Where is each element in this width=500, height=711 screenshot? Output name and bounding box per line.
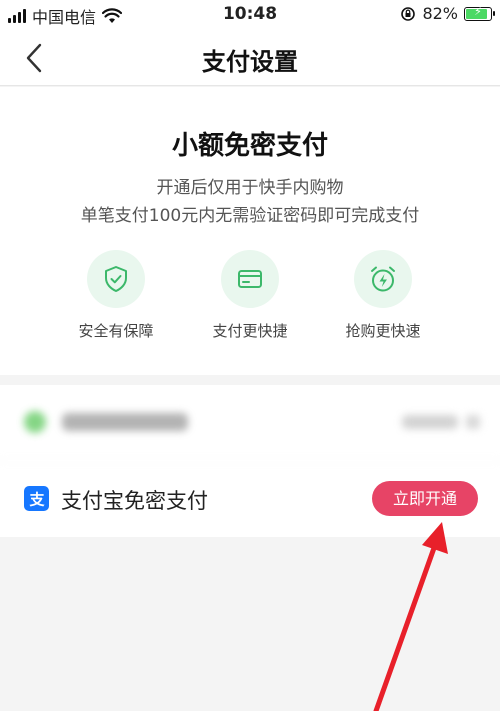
status-bar: 中国电信 10:48 82% ⚡ <box>0 0 500 30</box>
alipay-label: 支付宝免密支付 <box>61 489 208 513</box>
nav-bar: 支付设置 <box>0 30 500 86</box>
battery-icon: ⚡ <box>464 5 495 21</box>
enable-alipay-button[interactable]: 立即开通 <box>372 481 478 516</box>
wechat-icon <box>24 411 46 433</box>
wechat-payment-row[interactable] <box>0 385 500 461</box>
battery-percent: 82% <box>422 4 458 23</box>
promo-desc-line1: 开通后仅用于快手内购物 <box>156 178 344 198</box>
promo-section: 小额免密支付 开通后仅用于快手内购物 单笔支付100元内无需验证密码即可完成支付… <box>0 87 500 375</box>
feature-label: 安全有保障 <box>78 322 154 340</box>
feature-label: 支付更快捷 <box>212 322 288 340</box>
alarm-bolt-icon <box>354 250 412 308</box>
feature-speed: 抢购更快速 <box>323 250 443 341</box>
alipay-icon: 支 <box>24 486 49 511</box>
feature-label: 抢购更快速 <box>345 322 421 340</box>
payment-list: 支 支付宝免密支付 立即开通 <box>0 385 500 537</box>
shield-check-icon <box>87 250 145 308</box>
orientation-lock-icon <box>401 6 416 21</box>
status-right: 82% ⚡ <box>400 4 495 23</box>
wechat-label-redacted <box>62 413 188 431</box>
wechat-status-redacted <box>402 415 458 429</box>
chevron-right-icon <box>466 415 480 429</box>
feature-security: 安全有保障 <box>56 250 176 341</box>
feature-convenience: 支付更快捷 <box>190 250 310 341</box>
card-icon <box>221 250 279 308</box>
page-title: 支付设置 <box>202 48 298 76</box>
promo-desc-line2: 单笔支付100元内无需验证密码即可完成支付 <box>80 206 420 226</box>
alipay-payment-row: 支 支付宝免密支付 立即开通 <box>0 461 500 537</box>
alipay-logo-glyph: 支 <box>28 490 45 508</box>
promo-title: 小额免密支付 <box>171 131 328 161</box>
